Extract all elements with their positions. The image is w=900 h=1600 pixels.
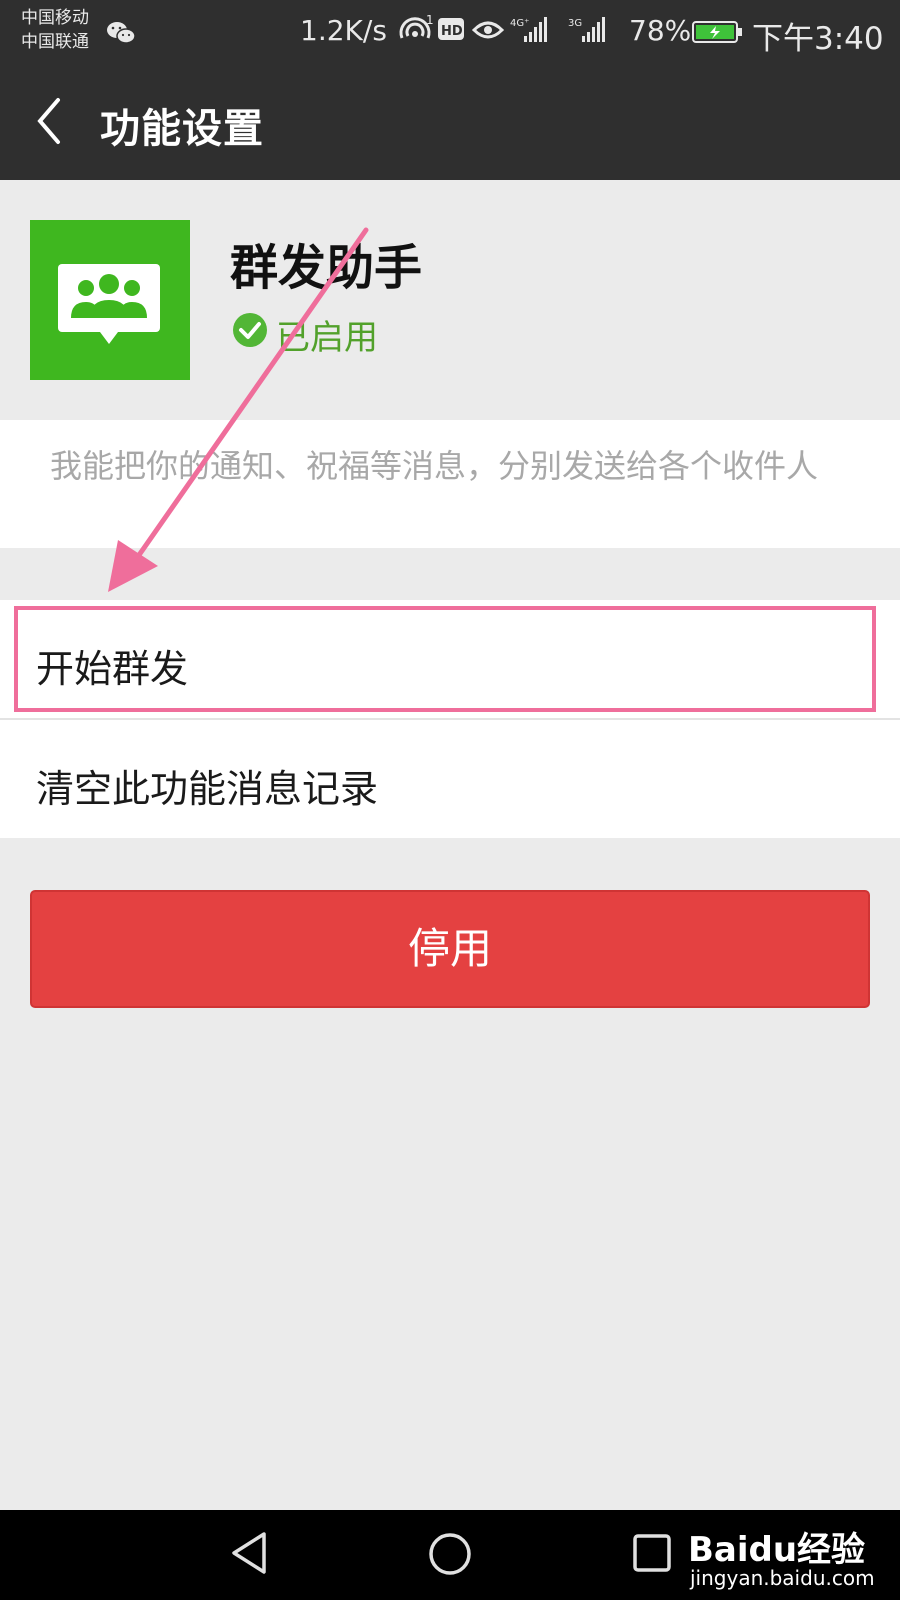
start-group-send-item[interactable]: 开始群发 [0, 600, 900, 718]
plugin-header: 群发助手 已启用 [0, 180, 900, 420]
back-button[interactable] [30, 92, 74, 150]
recents-square-icon[interactable] [628, 1528, 676, 1578]
watermark-brand: Baidu经验 [688, 1530, 866, 1570]
wechat-notification-icon [107, 22, 136, 44]
network-speed: 1.2K/s [300, 14, 387, 47]
nav-bar: 功能设置 [0, 62, 900, 180]
signal-3g-icon: 3G [568, 17, 605, 42]
battery-icon [692, 21, 742, 43]
carrier-2: 中国联通 [21, 32, 89, 52]
status-icons: 1 HD 4G⁺ 3G [399, 13, 605, 42]
plugin-name: 群发助手 [230, 240, 423, 296]
carrier-names: 中国移动 中国联通 [21, 6, 89, 54]
page-title: 功能设置 [100, 106, 264, 152]
signal-4g-icon: 4G⁺ [510, 17, 547, 42]
action-list: 开始群发 清空此功能消息记录 [0, 600, 900, 838]
list-item-label: 开始群发 [36, 647, 189, 691]
home-circle-icon[interactable] [424, 1528, 476, 1580]
battery-percent: 78% [629, 14, 692, 47]
svg-text:1: 1 [426, 13, 434, 27]
group-chat-icon [58, 264, 160, 344]
svg-text:4G⁺: 4G⁺ [510, 18, 529, 29]
plugin-description: 我能把你的通知、祝福等消息，分别发送给各个收件人 [50, 447, 819, 485]
back-triangle-icon[interactable] [226, 1528, 274, 1578]
hd-icon: HD [438, 18, 464, 40]
description-panel: 我能把你的通知、祝福等消息，分别发送给各个收件人 [0, 420, 900, 548]
clock: 下午3:40 [752, 21, 884, 57]
status-bar: 中国移动 中国联通 1.2K/s 1 HD 4G⁺ 3G 78% 下午3:40 [0, 0, 900, 62]
clear-history-item[interactable]: 清空此功能消息记录 [0, 720, 900, 838]
status-text: 已启用 [276, 318, 378, 358]
list-item-label: 清空此功能消息记录 [36, 767, 379, 811]
hotspot-icon: 1 [399, 13, 434, 39]
group-send-app-icon [30, 220, 190, 380]
svg-text:HD: HD [441, 24, 463, 39]
svg-text:3G: 3G [568, 18, 582, 29]
eye-icon [471, 21, 505, 39]
carrier-1: 中国移动 [21, 8, 89, 28]
watermark-url: jingyan.baidu.com [690, 1566, 875, 1590]
check-circle-icon [233, 313, 267, 347]
chevron-left-icon [37, 98, 60, 144]
disable-button[interactable]: 停用 [30, 890, 870, 1008]
